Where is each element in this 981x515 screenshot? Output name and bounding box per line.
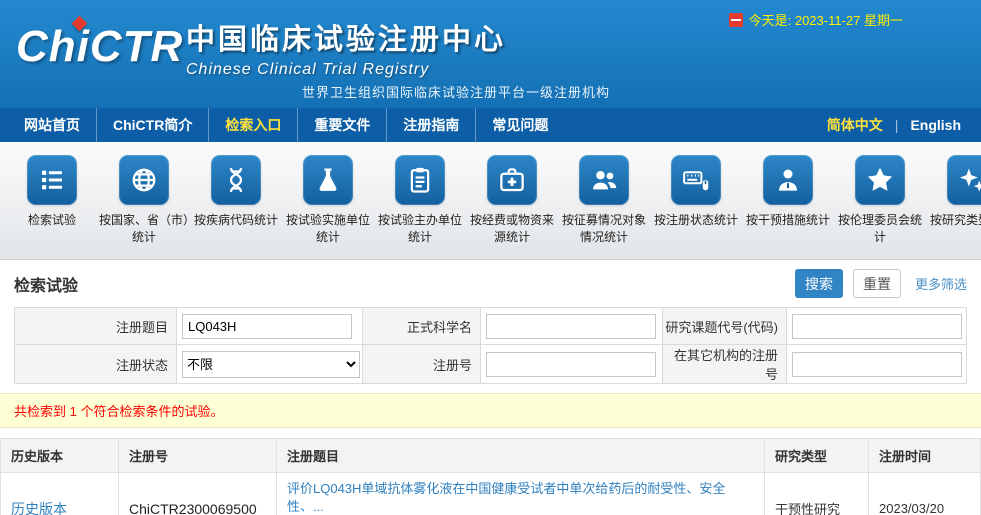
date-text: 今天是: 2023-11-27 星期一 — [749, 10, 903, 29]
registration-number-value: ChiCTR2300069500 — [119, 473, 277, 515]
chictr-page: ChiCTR 中国临床试验注册中心 Chinese Clinical Trial… — [0, 0, 981, 515]
column-header-reg-date: 注册时间 — [869, 439, 981, 473]
main-nav: 网站首页 ChiCTR简介 检索入口 重要文件 注册指南 常见问题 简体中文 |… — [0, 108, 981, 142]
language-switcher: 简体中文 | English — [815, 115, 973, 135]
stat-item-by-implementing-unit[interactable]: 按试验实施单位统计 — [282, 142, 374, 259]
stat-item-by-ethics-committee[interactable]: 按伦理委员会统计 — [834, 142, 926, 259]
results-table: 历史版本 注册号 注册题目 研究类型 注册时间 历史版本 ChiCTR23000… — [0, 438, 981, 515]
stat-item-by-sponsor-unit[interactable]: 按试验主办单位统计 — [374, 142, 466, 259]
search-section-header: 检索试验 搜索 重置 更多筛选 — [0, 260, 981, 307]
star-icon — [855, 155, 905, 205]
stat-item-by-disease-code[interactable]: 按疾病代码统计 — [190, 142, 282, 259]
nav-item-about[interactable]: ChiCTR简介 — [96, 108, 208, 142]
stat-label: 按国家、省（市）统计 — [98, 212, 190, 247]
chictr-logo: ChiCTR — [16, 22, 183, 72]
stat-item-by-country[interactable]: 按国家、省（市）统计 — [98, 142, 190, 259]
stat-item-by-study-type[interactable]: 按研究类型统计 — [926, 142, 981, 259]
site-header: ChiCTR 中国临床试验注册中心 Chinese Clinical Trial… — [0, 0, 981, 108]
globe-icon — [119, 155, 169, 205]
site-title-en: Chinese Clinical Trial Registry — [186, 61, 506, 79]
field-label-registration-status: 注册状态 — [15, 345, 177, 384]
numbered-list-icon — [27, 155, 77, 205]
field-label-project-code: 研究课题代号(代码) — [663, 308, 787, 345]
reset-button[interactable]: 重置 — [853, 269, 901, 298]
history-version-link[interactable]: 历史版本 — [11, 501, 67, 515]
doctor-icon — [763, 155, 813, 205]
stat-label: 按试验主办单位统计 — [374, 212, 466, 247]
field-label-scientific-name: 正式科学名 — [363, 308, 481, 345]
stat-label: 按注册状态统计 — [650, 212, 742, 229]
field-label-registration-number: 注册号 — [363, 345, 481, 384]
site-title-cn: 中国临床试验注册中心 — [186, 16, 506, 58]
medical-kit-icon — [487, 155, 537, 205]
registration-number-input[interactable] — [486, 352, 656, 377]
clipboard-icon — [395, 155, 445, 205]
sparkles-icon — [947, 155, 981, 205]
table-row: 历史版本 ChiCTR2300069500 评价LQ043H单域抗体雾化液在中国… — [1, 473, 981, 515]
registration-status-select[interactable]: 不限 — [182, 351, 360, 378]
nav-item-faq[interactable]: 常见问题 — [475, 108, 564, 142]
lang-chinese-link[interactable]: 简体中文 — [815, 115, 895, 135]
column-header-title: 注册题目 — [277, 439, 765, 473]
stat-label: 按伦理委员会统计 — [834, 212, 926, 247]
scientific-name-input[interactable] — [486, 314, 656, 339]
trial-title-link[interactable]: 评价LQ043H单域抗体雾化液在中国健康受试者中单次给药后的耐受性、安全性、..… — [287, 480, 754, 515]
other-registration-number-input[interactable] — [792, 352, 962, 377]
stat-item-by-funding-source[interactable]: 按经费或物资来源统计 — [466, 142, 558, 259]
more-filters-link[interactable]: 更多筛选 — [915, 274, 967, 293]
stat-label: 按征募情况对象情况统计 — [558, 212, 650, 247]
stat-item-by-intervention[interactable]: 按干预措施统计 — [742, 142, 834, 259]
stat-label: 按经费或物资来源统计 — [466, 212, 558, 247]
site-title-block: 中国临床试验注册中心 Chinese Clinical Trial Regist… — [186, 16, 506, 79]
flask-icon — [303, 155, 353, 205]
stat-item-search-trials[interactable]: 检索试验 — [6, 142, 98, 259]
column-header-reg-number: 注册号 — [119, 439, 277, 473]
result-count-message: 共检索到 1 个符合检索条件的试验。 — [0, 393, 981, 428]
dna-icon — [211, 155, 261, 205]
nav-item-guide[interactable]: 注册指南 — [386, 108, 475, 142]
stat-label: 按研究类型统计 — [926, 212, 981, 229]
nav-item-search-entry[interactable]: 检索入口 — [208, 108, 297, 142]
stat-label: 检索试验 — [6, 212, 98, 229]
field-label-registration-title: 注册题目 — [15, 308, 177, 345]
search-button[interactable]: 搜索 — [795, 269, 843, 298]
registration-date-value: 2023/03/20 — [869, 473, 981, 515]
field-label-other-registration-number: 在其它机构的注册号 — [663, 345, 787, 384]
logo-text: ChiCTR — [16, 22, 183, 71]
registration-title-input[interactable] — [182, 314, 352, 339]
stat-item-by-registration-status[interactable]: 按注册状态统计 — [650, 142, 742, 259]
column-header-history: 历史版本 — [1, 439, 119, 473]
current-date: 今天是: 2023-11-27 星期一 — [729, 10, 903, 29]
stat-label: 按干预措施统计 — [742, 212, 834, 229]
results-header-row: 历史版本 注册号 注册题目 研究类型 注册时间 — [1, 439, 981, 473]
lang-english-link[interactable]: English — [898, 117, 973, 133]
people-icon — [579, 155, 629, 205]
column-header-study-type: 研究类型 — [765, 439, 869, 473]
calendar-icon — [729, 13, 743, 27]
stat-label: 按疾病代码统计 — [190, 212, 282, 229]
stat-label: 按试验实施单位统计 — [282, 212, 374, 247]
nav-item-home[interactable]: 网站首页 — [8, 108, 96, 142]
search-form: 注册题目 正式科学名 研究课题代号(代码) 注册状态 不限 注册号 在其它机构的… — [14, 307, 967, 384]
nav-item-documents[interactable]: 重要文件 — [297, 108, 386, 142]
project-code-input[interactable] — [792, 314, 962, 339]
study-type-value: 干预性研究 — [765, 473, 869, 515]
site-subtitle: 世界卫生组织国际临床试验注册平台一级注册机构 — [302, 82, 610, 101]
keyboard-mouse-icon — [671, 155, 721, 205]
page-title: 检索试验 — [14, 272, 78, 296]
stat-item-by-recruitment-subjects[interactable]: 按征募情况对象情况统计 — [558, 142, 650, 259]
stats-toolbar: 检索试验 按国家、省（市）统计 按疾病代码统计 按试验实施单位统计 按试验主办单… — [0, 142, 981, 260]
